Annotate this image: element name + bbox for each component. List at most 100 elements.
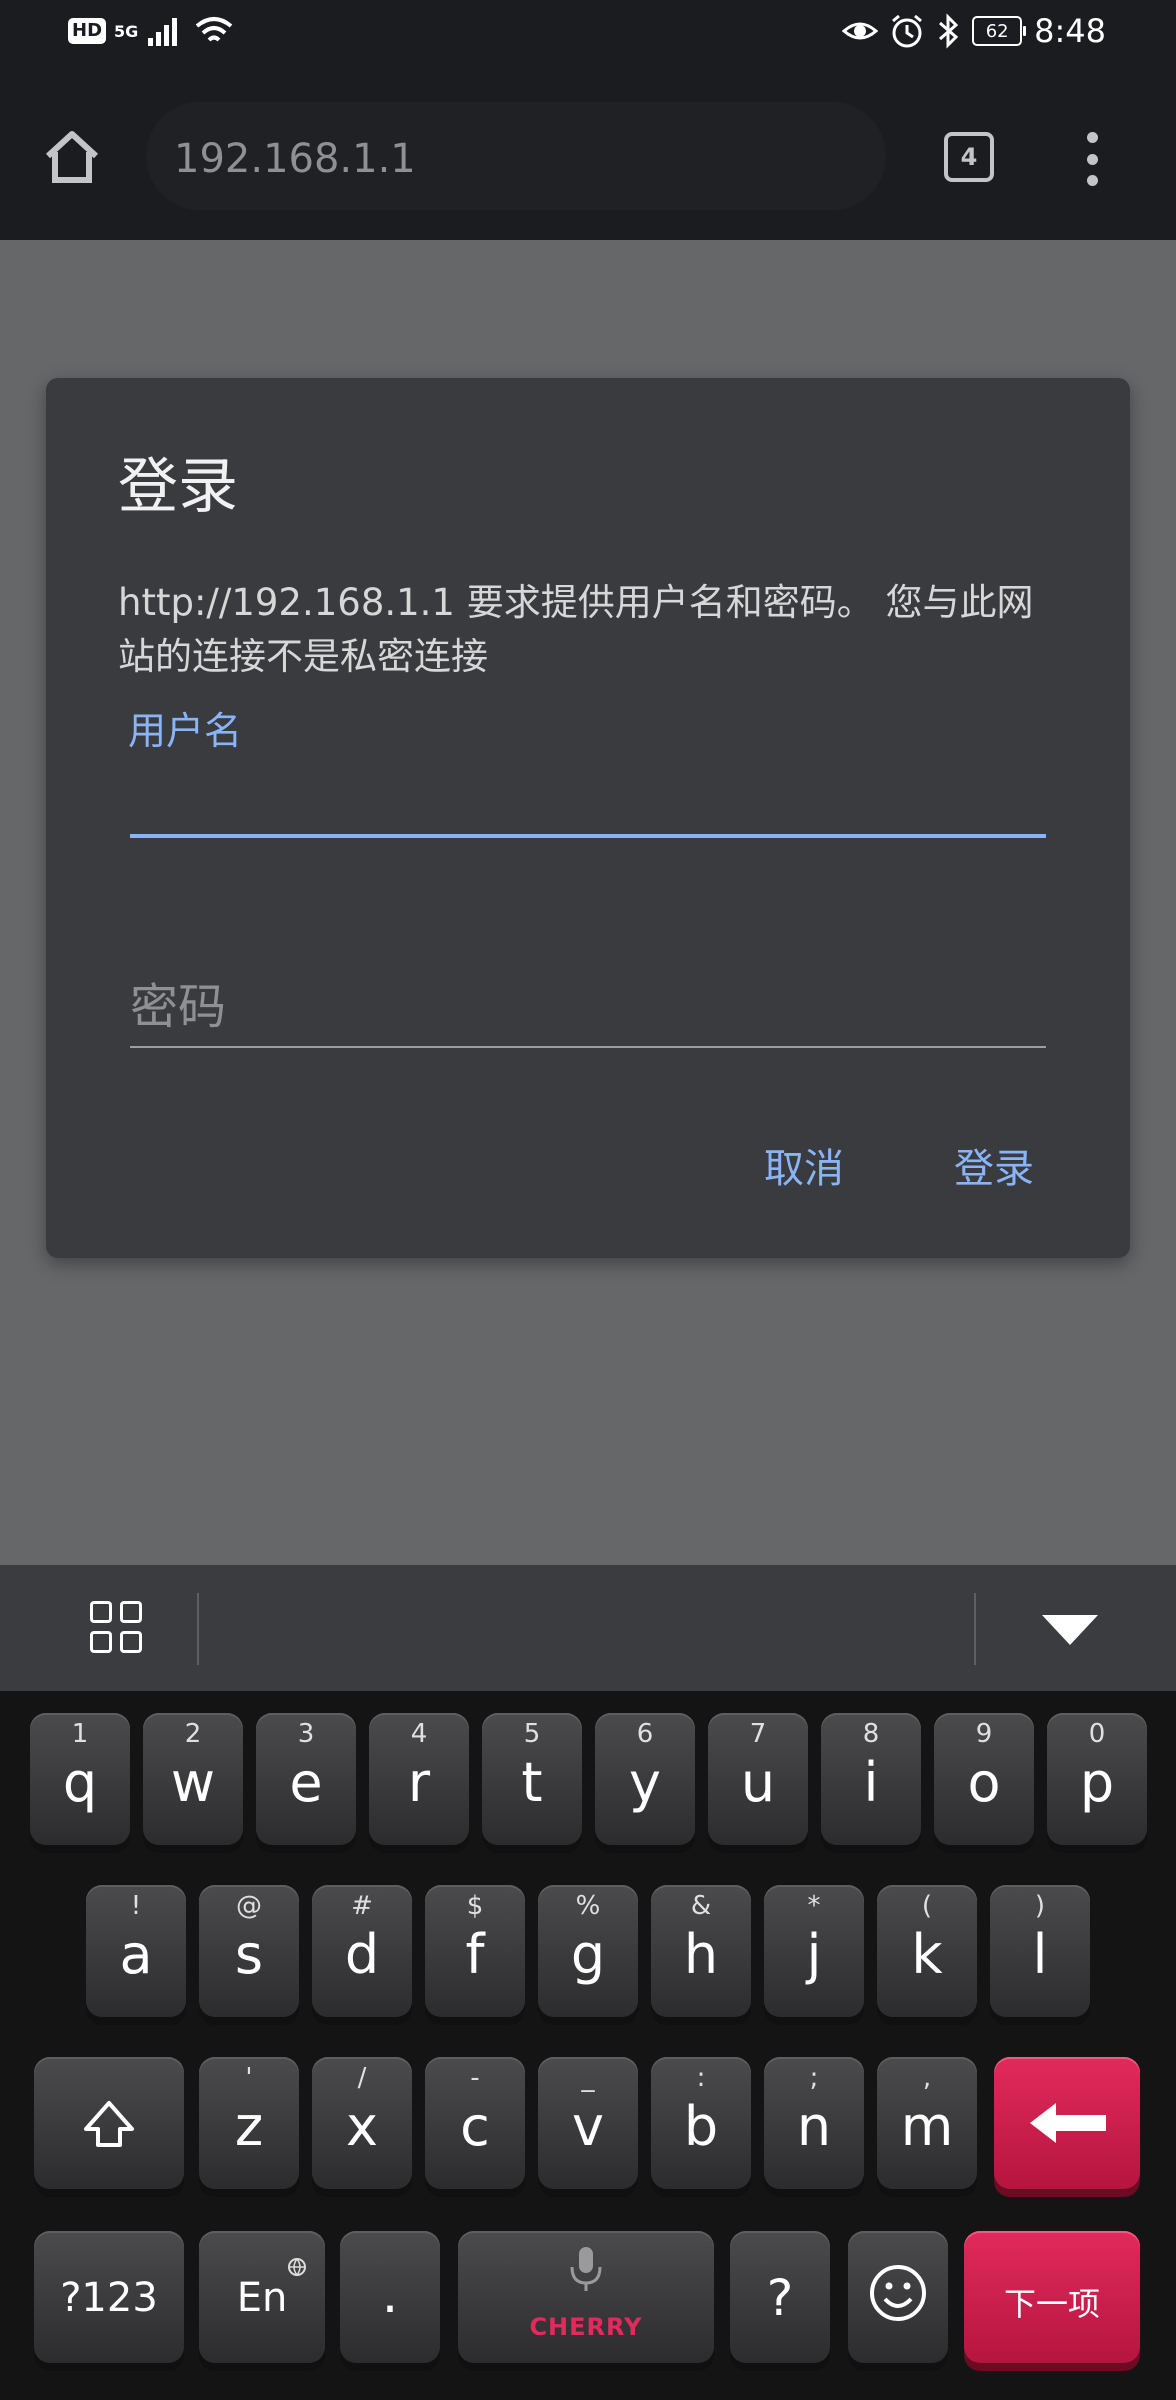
shift-key[interactable] <box>34 2057 184 2189</box>
tab-switcher-button[interactable]: 4 <box>944 132 994 182</box>
key-c[interactable]: - c <box>425 2057 525 2189</box>
clock: 8:48 <box>1034 12 1106 50</box>
login-button[interactable]: 登录 <box>954 1136 1034 1194</box>
overflow-menu-button[interactable] <box>1076 132 1108 186</box>
emoji-key[interactable] <box>848 2231 948 2363</box>
question-key[interactable]: ? <box>730 2231 830 2363</box>
address-bar[interactable]: 192.168.1.1 <box>146 102 886 210</box>
eye-comfort-icon <box>842 22 879 40</box>
key-u[interactable]: 7 u <box>708 1713 808 1845</box>
cancel-button[interactable]: 取消 <box>764 1136 844 1194</box>
key-letter: c <box>460 2095 490 2158</box>
key-j[interactable]: * j <box>764 1885 864 2017</box>
next-key[interactable]: 下一项 <box>964 2231 1140 2363</box>
key-w[interactable]: 2 w <box>143 1713 243 1845</box>
key-v[interactable]: _ v <box>538 2057 638 2189</box>
symbols-key[interactable]: ?123 <box>34 2231 184 2363</box>
key-d[interactable]: # d <box>312 1885 412 2017</box>
key-e[interactable]: 3 e <box>256 1713 356 1845</box>
home-button[interactable] <box>40 125 104 189</box>
key-symbol: 9 <box>975 1719 993 1749</box>
grid-icon <box>90 1631 112 1653</box>
key-f[interactable]: $ f <box>425 1885 525 2017</box>
key-symbol: - <box>470 2063 480 2093</box>
key-symbol: , <box>922 2063 932 2093</box>
wifi-icon <box>196 17 233 42</box>
key-n[interactable]: ; n <box>764 2057 864 2189</box>
key-symbol: _ <box>581 2063 595 2093</box>
network-type: 5G <box>114 21 139 41</box>
battery-indicator: 62 <box>972 16 1027 46</box>
key-s[interactable]: @ s <box>199 1885 299 2017</box>
status-right: 62 8:48 <box>842 12 1106 50</box>
key-z[interactable]: ' z <box>199 2057 299 2189</box>
key-y[interactable]: 6 y <box>595 1713 695 1845</box>
key-symbol: ; <box>809 2063 819 2093</box>
backspace-arrow-icon <box>1030 2103 1106 2143</box>
key-i[interactable]: 8 i <box>821 1713 921 1845</box>
signal-icon <box>148 18 178 46</box>
key-b[interactable]: : b <box>651 2057 751 2189</box>
question-label: ? <box>766 2269 794 2327</box>
key-symbol: ' <box>245 2063 253 2093</box>
key-m[interactable]: , m <box>877 2057 977 2189</box>
key-symbol: 0 <box>1088 1719 1106 1749</box>
hide-keyboard-button[interactable] <box>1042 1615 1098 1645</box>
key-symbol: % <box>575 1891 601 1921</box>
key-letter: r <box>407 1751 431 1814</box>
menu-dot <box>1086 132 1098 143</box>
key-l[interactable]: ) l <box>990 1885 1090 2017</box>
browser-toolbar: 192.168.1.1 4 <box>0 70 1176 240</box>
password-input[interactable] <box>130 968 1046 1048</box>
key-letter: g <box>570 1923 606 1986</box>
key-letter: j <box>806 1923 822 1986</box>
key-symbol: 7 <box>749 1719 767 1749</box>
grid-icon <box>120 1601 142 1623</box>
key-x[interactable]: / x <box>312 2057 412 2189</box>
key-letter: n <box>796 2095 832 2158</box>
key-letter: v <box>572 2095 604 2158</box>
username-input[interactable] <box>130 768 1046 838</box>
space-key[interactable]: CHERRY <box>458 2231 714 2363</box>
key-symbol: ( <box>921 1891 933 1921</box>
period-key[interactable]: . <box>340 2231 440 2363</box>
dialog-title: 登录 <box>118 452 238 522</box>
key-o[interactable]: 9 o <box>934 1713 1034 1845</box>
key-a[interactable]: ! a <box>86 1885 186 2017</box>
key-symbol: 4 <box>410 1719 428 1749</box>
alarm-icon <box>892 14 923 48</box>
key-r[interactable]: 4 r <box>369 1713 469 1845</box>
toolbar-divider <box>197 1593 199 1665</box>
key-letter: l <box>1032 1923 1048 1986</box>
language-label: En <box>236 2275 288 2321</box>
language-key[interactable]: En <box>199 2231 325 2363</box>
url-text: 192.168.1.1 <box>174 136 416 182</box>
key-symbol: & <box>690 1891 712 1921</box>
globe-icon <box>288 2258 306 2277</box>
key-symbol: 6 <box>636 1719 654 1749</box>
toolbar-divider <box>974 1593 976 1665</box>
key-t[interactable]: 5 t <box>482 1713 582 1845</box>
key-letter: u <box>740 1751 776 1814</box>
key-letter: y <box>629 1751 661 1814</box>
key-symbol: : <box>696 2063 706 2093</box>
menu-dot <box>1086 153 1098 165</box>
backspace-key[interactable] <box>994 2057 1140 2189</box>
key-p[interactable]: 0 p <box>1047 1713 1147 1845</box>
key-symbol: 8 <box>862 1719 880 1749</box>
symbols-label: ?123 <box>60 2275 158 2321</box>
key-symbol: * <box>807 1891 821 1921</box>
keyboard-menu-button[interactable] <box>90 1601 146 1657</box>
key-g[interactable]: % g <box>538 1885 638 2017</box>
key-h[interactable]: & h <box>651 1885 751 2017</box>
key-letter: o <box>967 1751 1001 1814</box>
key-symbol: 1 <box>71 1719 89 1749</box>
key-letter: i <box>863 1751 879 1814</box>
key-symbol: ! <box>130 1891 142 1921</box>
key-letter: h <box>683 1923 719 1986</box>
key-q[interactable]: 1 q <box>30 1713 130 1845</box>
status-left: HD 5G <box>68 14 234 48</box>
key-letter: b <box>683 2095 719 2158</box>
status-bar: HD 5G 62 8:48 <box>0 0 1176 70</box>
key-k[interactable]: ( k <box>877 1885 977 2017</box>
